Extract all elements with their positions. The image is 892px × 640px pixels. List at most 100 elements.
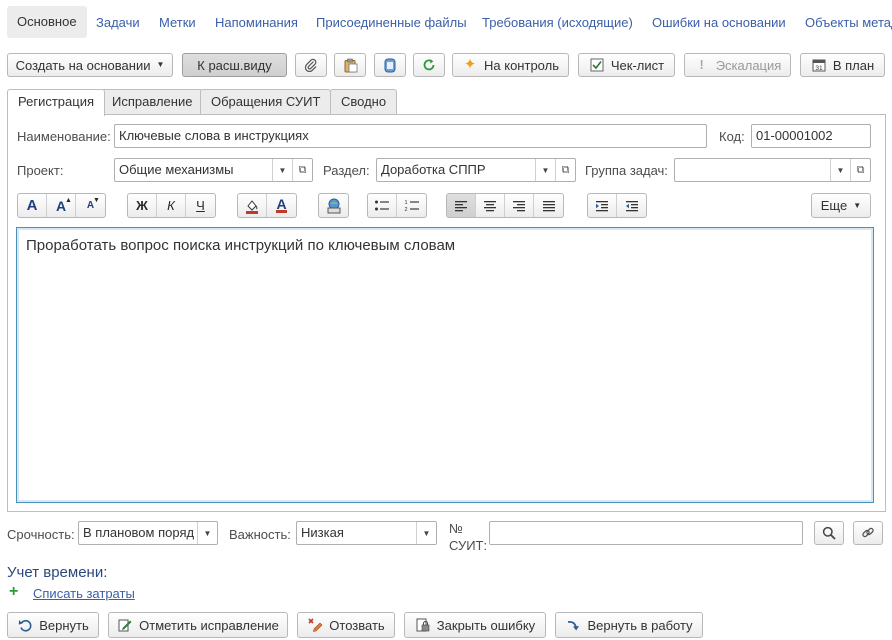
exclamation-icon: ! [699, 57, 704, 72]
to-control-button[interactable]: ✦ На контроль [452, 53, 569, 77]
to-control-label: На контроль [484, 57, 559, 73]
italic-button[interactable]: К [157, 194, 186, 217]
project-label: Проект: [17, 163, 64, 178]
insert-image-icon[interactable] [319, 194, 348, 217]
font-style-group: Ж К Ч [127, 193, 216, 218]
open-icon[interactable]: ⧉ [555, 159, 575, 181]
more-button[interactable]: Еще ▼ [811, 193, 871, 218]
chevron-down-icon[interactable]: ▼ [197, 522, 217, 544]
list-group: 12 [367, 193, 427, 218]
top-navigation: Основное Задачи Метки Напоминания Присое… [0, 0, 892, 44]
svg-text:1: 1 [404, 200, 407, 206]
nav-item-attached-files[interactable]: Присоединенные файлы [316, 15, 467, 30]
text-color-icon[interactable]: A [267, 194, 296, 217]
mark-fix-button[interactable]: Отметить исправление [108, 612, 288, 638]
to-plan-button[interactable]: 31 В план [800, 53, 885, 77]
close-bug-button[interactable]: Закрыть ошибку [404, 612, 546, 638]
name-label: Наименование: [17, 129, 111, 144]
align-justify-icon[interactable] [534, 194, 563, 217]
lock-document-icon [415, 617, 431, 633]
recall-button[interactable]: Отозвать [297, 612, 395, 638]
suit-input[interactable] [489, 521, 803, 545]
checklist-icon [589, 57, 605, 73]
escalation-button[interactable]: ! Эскалация [684, 53, 791, 77]
chevron-down-icon[interactable]: ▼ [272, 159, 292, 181]
chevron-down-icon[interactable]: ▼ [416, 522, 436, 544]
close-bug-label: Закрыть ошибку [436, 617, 536, 633]
italic-label: К [167, 198, 175, 213]
align-center-icon[interactable] [476, 194, 505, 217]
create-based-on-button[interactable]: Создать на основании ▼ [7, 53, 173, 77]
bullet-list-icon[interactable] [368, 194, 397, 217]
chevron-down-icon[interactable]: ▼ [830, 159, 850, 181]
urgency-select[interactable]: В плановом поряд ▼ [78, 521, 218, 545]
refresh-button[interactable] [413, 53, 445, 77]
return-label: Вернуть [39, 617, 89, 633]
open-icon[interactable]: ⧉ [292, 159, 312, 181]
project-value: Общие механизмы [119, 162, 234, 177]
nav-item-reminders[interactable]: Напоминания [215, 15, 298, 30]
database-button[interactable] [374, 53, 406, 77]
link-icon [860, 525, 876, 541]
tab-correction[interactable]: Исправление [101, 89, 204, 115]
tab-suit-requests[interactable]: Обращения СУИТ [200, 89, 332, 115]
section-value: Доработка СППР [381, 162, 486, 177]
star-plus-icon: ✦ [463, 56, 477, 73]
urgency-value: В плановом поряд [83, 525, 195, 540]
name-input[interactable]: Ключевые слова в инструкциях [114, 124, 707, 148]
suit-label: СУИТ: [449, 538, 488, 553]
search-icon [821, 525, 837, 541]
indent-group [587, 193, 647, 218]
tab-summary[interactable]: Сводно [330, 89, 398, 115]
checklist-button[interactable]: Чек-лист [578, 53, 675, 77]
extended-view-button[interactable]: К расш.виду [182, 53, 287, 77]
description-text: Проработать вопрос поиска инструкций по … [26, 237, 456, 254]
link-button[interactable] [853, 521, 883, 545]
indent-decrease-icon[interactable] [617, 194, 646, 217]
bold-button[interactable]: Ж [128, 194, 157, 217]
search-button[interactable] [814, 521, 844, 545]
tab-registration[interactable]: Регистрация [7, 89, 105, 116]
paperclip-icon [303, 57, 319, 73]
font-icon[interactable]: A [18, 194, 47, 217]
description-editor[interactable]: Проработать вопрос поиска инструкций по … [16, 227, 874, 503]
section-select[interactable]: Доработка СППР ▼ ⧉ [376, 158, 576, 182]
to-plan-label: В план [832, 57, 875, 73]
attach-file-button[interactable] [295, 53, 327, 77]
nav-item-main[interactable]: Основное [7, 6, 87, 38]
fill-color-icon[interactable] [238, 194, 267, 217]
underline-button[interactable]: Ч [186, 194, 215, 217]
font-increase-icon[interactable]: A ▲ [47, 194, 76, 217]
nav-item-requirements[interactable]: Требования (исходящие) [482, 15, 633, 30]
open-icon[interactable]: ⧉ [850, 159, 870, 181]
align-right-icon[interactable] [505, 194, 534, 217]
align-left-icon[interactable] [447, 194, 476, 217]
write-off-costs-link[interactable]: Списать затраты [33, 586, 135, 601]
code-input[interactable]: 01-00001002 [751, 124, 871, 148]
nav-item-tasks[interactable]: Задачи [96, 15, 140, 30]
importance-value: Низкая [301, 525, 344, 540]
section-label: Раздел: [323, 163, 370, 178]
urgency-label: Срочность: [7, 527, 75, 542]
indent-increase-icon[interactable] [588, 194, 617, 217]
clipboard-button[interactable] [334, 53, 366, 77]
font-decrease-icon[interactable]: A ▼ [76, 194, 105, 217]
create-based-on-label: Создать на основании [15, 57, 151, 73]
recall-icon [307, 617, 323, 633]
database-icon [382, 57, 398, 73]
project-select[interactable]: Общие механизмы ▼ ⧉ [114, 158, 313, 182]
undo-icon [17, 617, 33, 633]
chevron-down-icon[interactable]: ▼ [535, 159, 555, 181]
mark-fix-label: Отметить исправление [139, 617, 279, 633]
task-group-select[interactable]: ▼ ⧉ [674, 158, 871, 182]
nav-item-metadata-objects[interactable]: Объекты метад [805, 15, 892, 30]
suit-number-label: № [449, 521, 463, 536]
font-size-group: A A ▲ A ▼ [17, 193, 106, 218]
return-button[interactable]: Вернуть [7, 612, 99, 638]
nav-item-bugs-based[interactable]: Ошибки на основании [652, 15, 786, 30]
numbered-list-icon[interactable]: 12 [397, 194, 426, 217]
image-group [318, 193, 349, 218]
back-to-work-button[interactable]: Вернуть в работу [555, 612, 703, 638]
importance-select[interactable]: Низкая ▼ [296, 521, 437, 545]
nav-item-tags[interactable]: Метки [159, 15, 196, 30]
